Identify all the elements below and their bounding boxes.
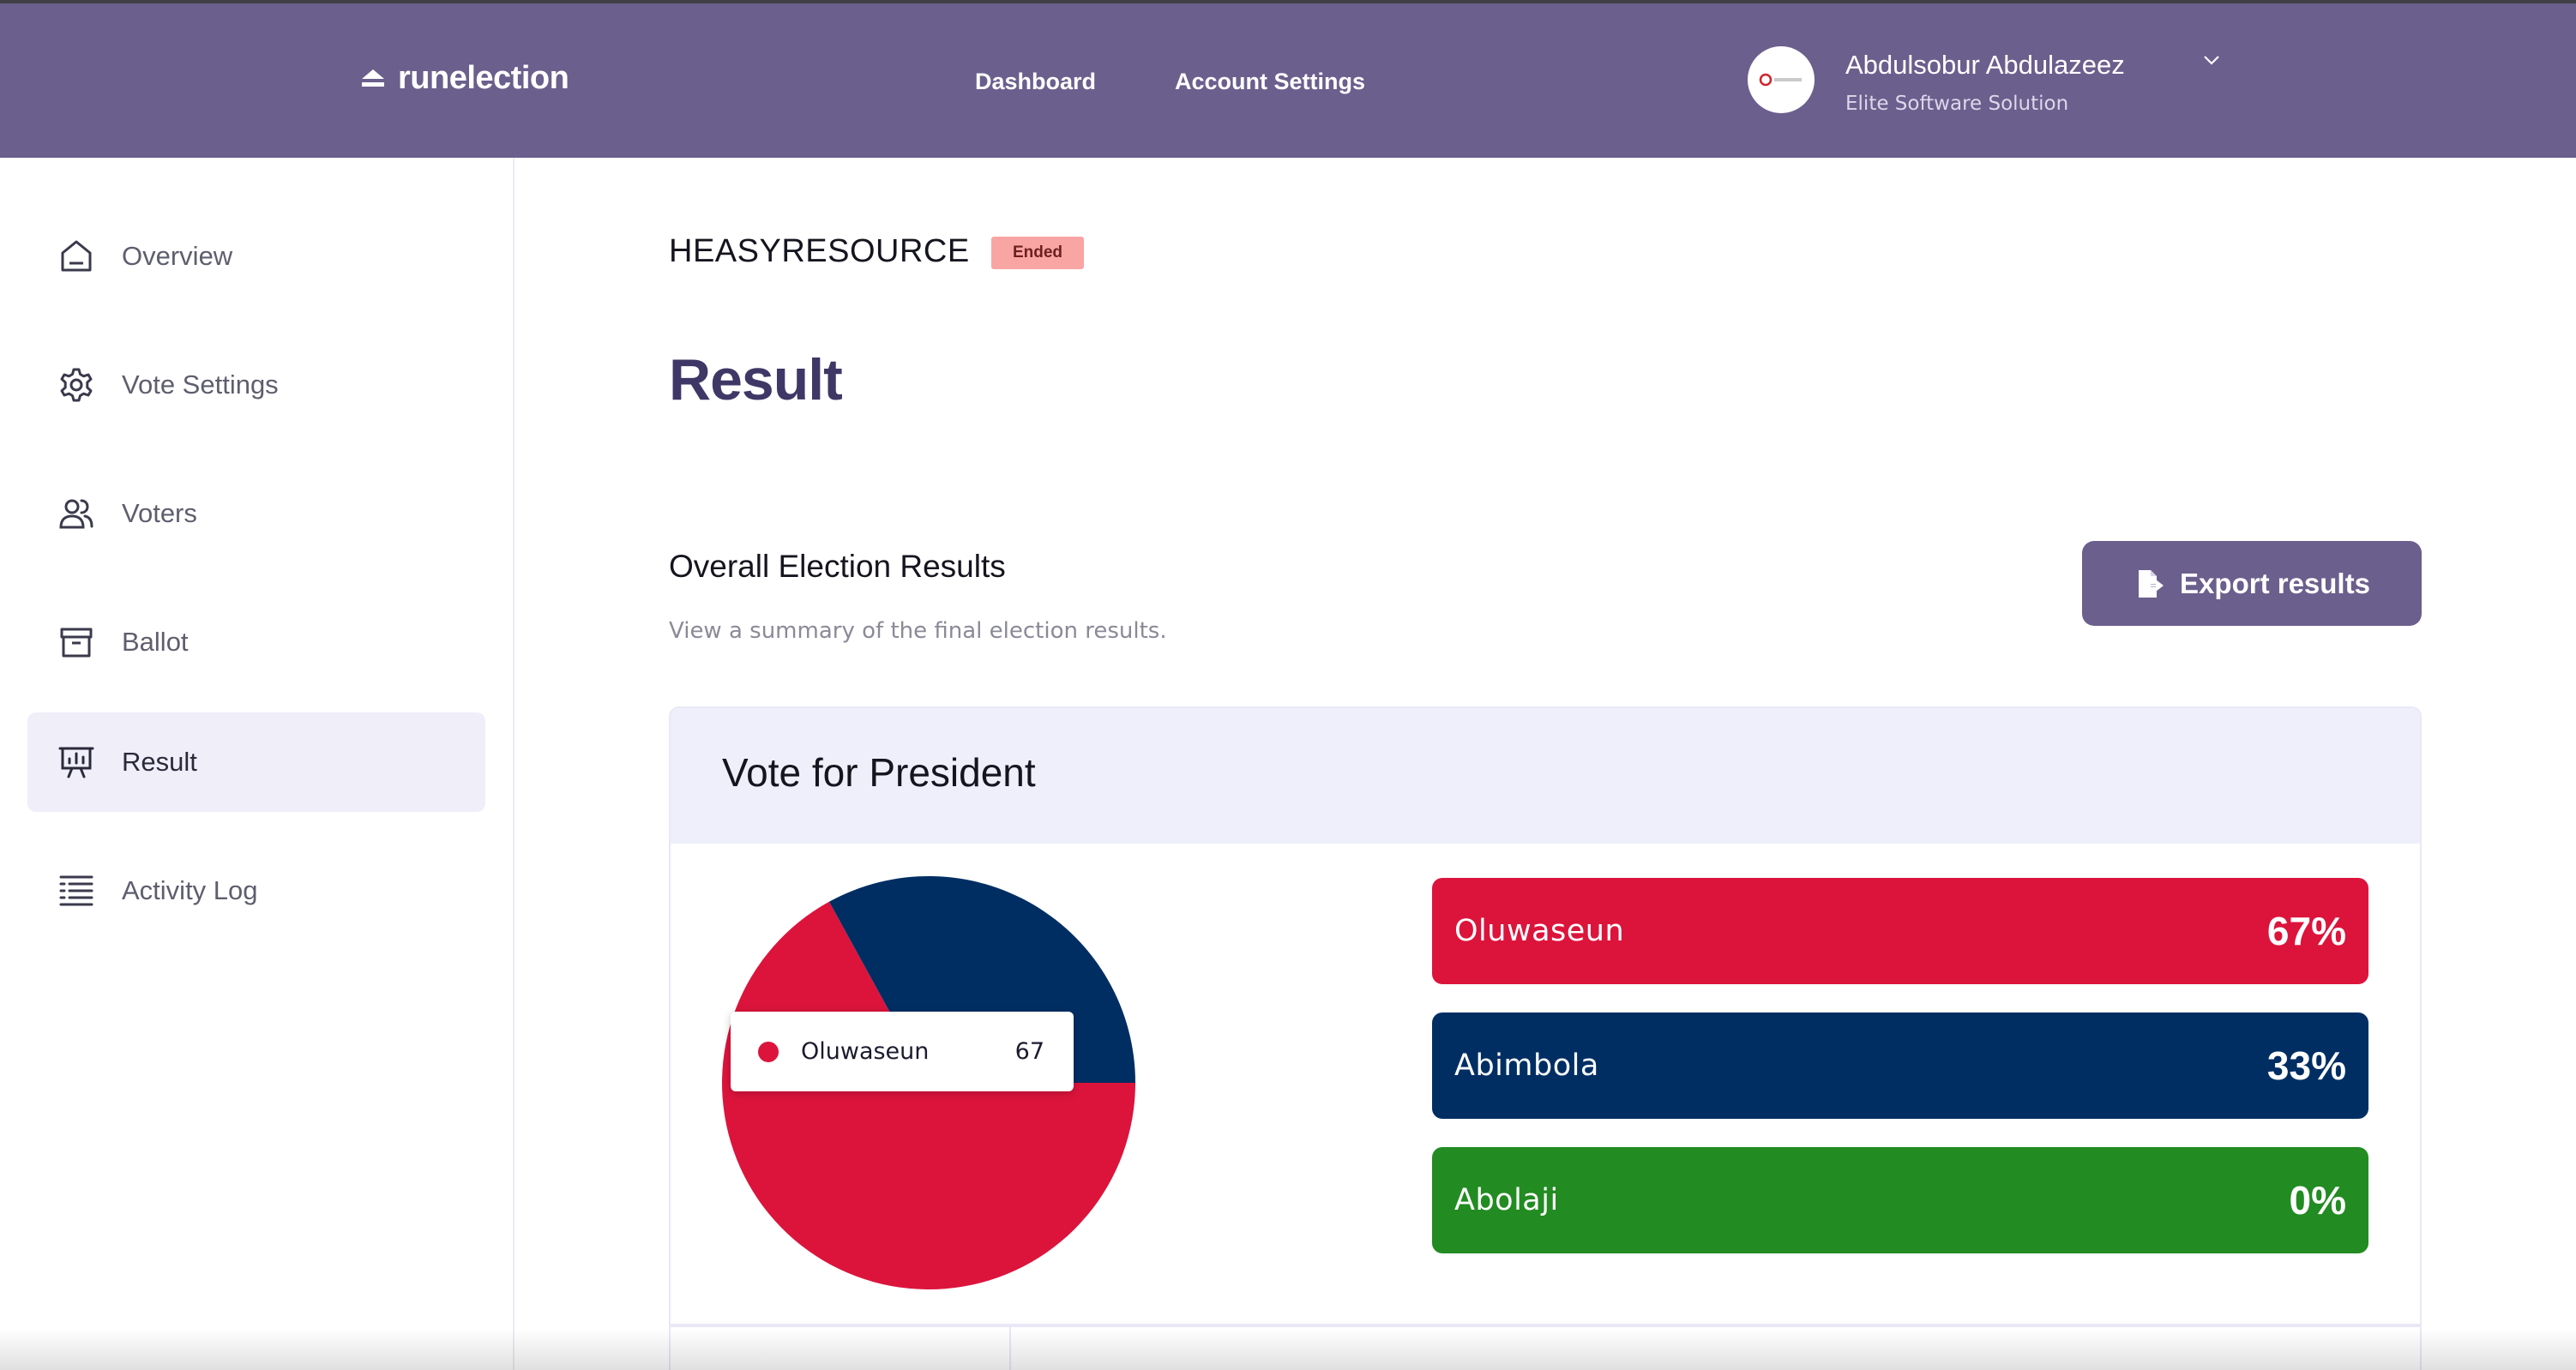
candidate-percent: 67% — [2266, 909, 2346, 953]
section-subtitle: View a summary of the final election res… — [669, 618, 1167, 644]
election-name: HEASYRESOURCE — [669, 233, 970, 269]
sidebar-item-activity-log[interactable]: Activity Log — [27, 841, 485, 940]
section-title: Overall Election Results — [669, 549, 1006, 584]
candidate-name: Oluwaseun — [1454, 914, 1625, 948]
avatar[interactable] — [1748, 46, 1815, 113]
export-results-label: Export results — [2180, 567, 2370, 599]
gear-icon — [60, 368, 93, 402]
archive-box-icon — [60, 628, 93, 658]
users-icon — [59, 499, 93, 529]
candidate-name: Abolaji — [1454, 1183, 1559, 1217]
card-title: Vote for President — [722, 750, 1036, 795]
user-name: Abdulsobur Abdulazeez — [1845, 50, 2125, 80]
sidebar-item-label: Ballot — [122, 627, 189, 657]
sidebar-item-label: Activity Log — [122, 875, 258, 905]
candidate-result-bar: Abimbola 33% — [1432, 1012, 2368, 1119]
page-title: Result — [669, 347, 843, 412]
list-icon — [59, 875, 93, 906]
sidebar-item-vote-settings[interactable]: Vote Settings — [27, 335, 485, 435]
tooltip-value: 67 — [1014, 1038, 1044, 1065]
divider — [671, 1324, 2420, 1327]
logo-icon — [362, 69, 384, 87]
nav-dashboard-link[interactable]: Dashboard — [975, 69, 1096, 95]
candidate-result-bar: Abolaji 0% — [1432, 1147, 2368, 1253]
sidebar-item-label: Result — [122, 747, 197, 777]
file-export-icon — [2139, 569, 2164, 598]
sidebar-item-label: Overview — [122, 241, 233, 271]
presentation-chart-icon — [58, 747, 94, 778]
candidate-result-bar: Oluwaseun 67% — [1432, 878, 2368, 984]
candidate-name: Abimbola — [1454, 1049, 1599, 1083]
sidebar-item-result[interactable]: Result — [27, 712, 485, 812]
app-logo[interactable]: runelection — [360, 60, 569, 97]
top-navbar: runelection Dashboard Account Settings A… — [0, 0, 2576, 158]
candidate-percent: 0% — [2289, 1178, 2346, 1223]
company-logo-icon — [1759, 73, 1802, 87]
tooltip-label: Oluwaseun — [801, 1038, 930, 1065]
candidate-percent: 33% — [2266, 1043, 2346, 1088]
nav-account-settings-link[interactable]: Account Settings — [1175, 69, 1365, 95]
export-results-button[interactable]: Export results — [2082, 541, 2422, 626]
chevron-down-icon[interactable] — [2200, 48, 2224, 72]
sidebar-item-label: Voters — [122, 498, 197, 528]
sidebar-item-label: Vote Settings — [122, 370, 279, 400]
sidebar: Overview Vote Settings Voters Ballot Res… — [0, 158, 515, 1370]
status-badge: Ended — [991, 237, 1084, 269]
card-header: Vote for President — [671, 708, 2420, 844]
sidebar-item-ballot[interactable]: Ballot — [27, 592, 485, 692]
user-organization: Elite Software Solution — [1845, 93, 2069, 115]
sidebar-item-voters[interactable]: Voters — [27, 464, 485, 563]
home-icon — [61, 240, 92, 272]
tooltip-color-dot — [758, 1041, 779, 1062]
chart-tooltip: Oluwaseun 67 — [731, 1012, 1074, 1091]
logo-text: runelection — [398, 60, 569, 96]
divider — [1009, 1327, 1011, 1370]
sidebar-item-overview[interactable]: Overview — [27, 207, 485, 306]
